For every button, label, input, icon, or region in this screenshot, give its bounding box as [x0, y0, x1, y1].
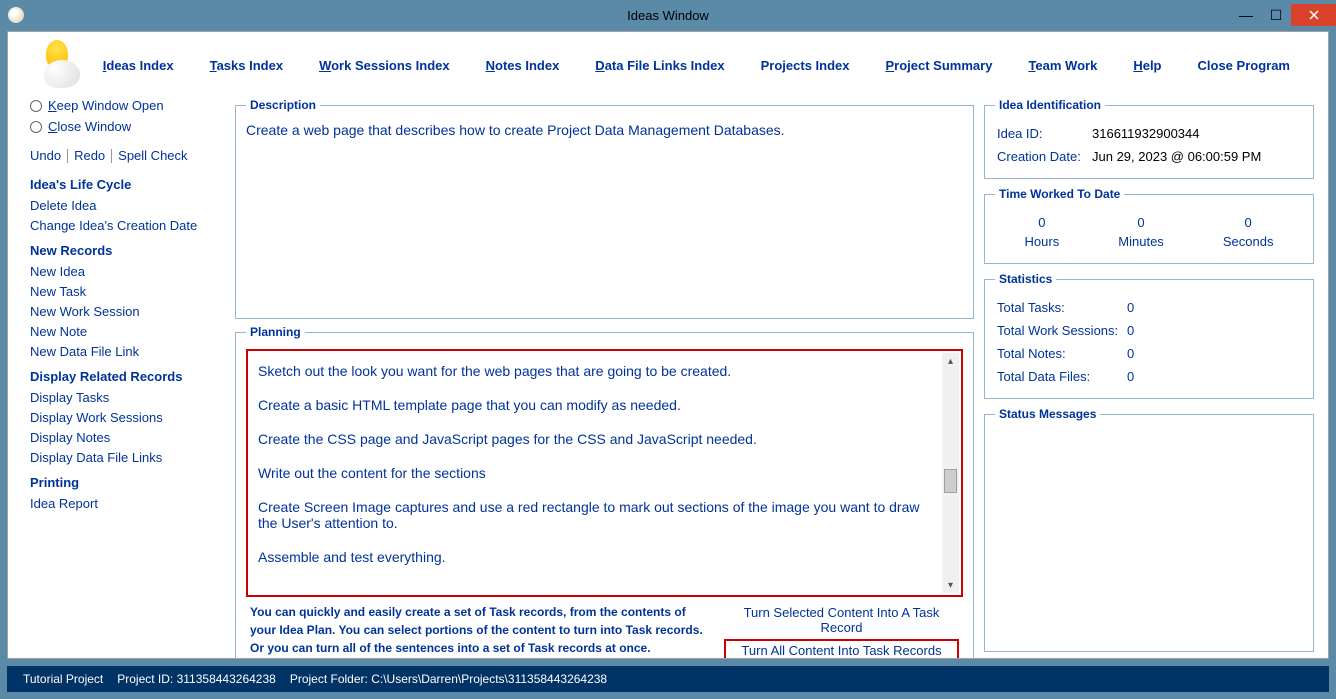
planning-scrollbar[interactable]: ▴ ▾: [942, 353, 959, 593]
planning-line[interactable]: Create Screen Image captures and use a r…: [258, 499, 934, 531]
menu-team-work[interactable]: Team Work: [1010, 54, 1115, 77]
description-text[interactable]: Create a web page that describes how to …: [246, 122, 963, 308]
status-messages-legend: Status Messages: [995, 407, 1100, 421]
creation-date-value: Jun 29, 2023 @ 06:00:59 PM: [1092, 149, 1261, 164]
maximize-button[interactable]: ☐: [1261, 4, 1291, 26]
statistics-legend: Statistics: [995, 272, 1056, 286]
total-notes-value: 0: [1127, 346, 1134, 361]
change-creation-date-link[interactable]: Change Idea's Creation Date: [30, 218, 225, 233]
total-tasks-label: Total Tasks:: [997, 300, 1127, 315]
menu-project-summary[interactable]: Project Summary: [868, 54, 1011, 77]
menu-tasks-index[interactable]: Tasks Index: [192, 54, 301, 77]
status-bar: Tutorial Project Project ID: 31135844326…: [7, 666, 1329, 692]
new-data-file-link-link[interactable]: New Data File Link: [30, 344, 225, 359]
life-cycle-heading: Idea's Life Cycle: [30, 177, 225, 192]
description-legend: Description: [246, 98, 320, 112]
menu-bar: Ideas Index Tasks Index Work Sessions In…: [85, 54, 1308, 77]
total-work-sessions-label: Total Work Sessions:: [997, 323, 1127, 338]
total-notes-label: Total Notes:: [997, 346, 1127, 361]
close-button[interactable]: [1291, 4, 1336, 26]
total-tasks-value: 0: [1127, 300, 1134, 315]
turn-selected-content-link[interactable]: Turn Selected Content Into A Task Record: [724, 603, 959, 637]
menu-close-program[interactable]: Close Program: [1180, 54, 1308, 77]
printing-heading: Printing: [30, 475, 225, 490]
display-related-heading: Display Related Records: [30, 369, 225, 384]
app-icon: [8, 7, 24, 23]
seconds-value: 0: [1223, 215, 1274, 230]
idea-report-link[interactable]: Idea Report: [30, 496, 225, 511]
status-project-name: Tutorial Project: [23, 672, 103, 686]
planning-legend: Planning: [246, 325, 305, 339]
title-bar: Ideas Window — ☐: [0, 0, 1336, 30]
app-logo-icon: [36, 40, 50, 90]
status-messages-fieldset: Status Messages: [984, 407, 1314, 652]
hours-value: 0: [1025, 215, 1060, 230]
new-records-heading: New Records: [30, 243, 225, 258]
undo-link[interactable]: Undo: [30, 148, 61, 163]
display-data-file-links-link[interactable]: Display Data File Links: [30, 450, 225, 465]
turn-all-content-link[interactable]: Turn All Content Into Task Records: [724, 639, 959, 658]
new-task-link[interactable]: New Task: [30, 284, 225, 299]
total-data-files-label: Total Data Files:: [997, 369, 1127, 384]
planning-fieldset: Planning Sketch out the look you want fo…: [235, 325, 974, 658]
status-project-folder: Project Folder: C:\Users\Darren\Projects…: [290, 672, 607, 686]
minutes-label: Minutes: [1118, 234, 1164, 249]
scroll-thumb[interactable]: [944, 469, 957, 493]
status-project-id: Project ID: 311358443264238: [117, 672, 276, 686]
window-title: Ideas Window: [627, 8, 709, 23]
menu-work-sessions-index[interactable]: Work Sessions Index: [301, 54, 468, 77]
redo-link[interactable]: Redo: [74, 148, 105, 163]
planning-line[interactable]: Sketch out the look you want for the web…: [258, 363, 934, 379]
time-worked-fieldset: Time Worked To Date 0 Hours 0 Minutes 0 Sec…: [984, 187, 1314, 264]
total-data-files-value: 0: [1127, 369, 1134, 384]
new-note-link[interactable]: New Note: [30, 324, 225, 339]
total-work-sessions-value: 0: [1127, 323, 1134, 338]
new-work-session-link[interactable]: New Work Session: [30, 304, 225, 319]
planning-line[interactable]: Create the CSS page and JavaScript pages…: [258, 431, 934, 447]
menu-data-file-links-index[interactable]: Data File Links Index: [577, 54, 742, 77]
time-worked-legend: Time Worked To Date: [995, 187, 1124, 201]
scroll-up-icon[interactable]: ▴: [942, 353, 959, 369]
spell-check-link[interactable]: Spell Check: [118, 148, 187, 163]
planning-line[interactable]: Write out the content for the sections: [258, 465, 934, 481]
close-window-radio[interactable]: Close Window: [30, 119, 225, 134]
minimize-button[interactable]: —: [1231, 4, 1261, 26]
hours-label: Hours: [1025, 234, 1060, 249]
task-help-text: You can quickly and easily create a set …: [250, 603, 704, 657]
idea-identification-fieldset: Idea Identification Idea ID:316611932900…: [984, 98, 1314, 179]
planning-text[interactable]: Sketch out the look you want for the web…: [250, 353, 942, 593]
new-idea-link[interactable]: New Idea: [30, 264, 225, 279]
menu-projects-index[interactable]: Projects Index: [743, 54, 868, 77]
scroll-down-icon[interactable]: ▾: [942, 577, 959, 593]
display-tasks-link[interactable]: Display Tasks: [30, 390, 225, 405]
delete-idea-link[interactable]: Delete Idea: [30, 198, 225, 213]
seconds-label: Seconds: [1223, 234, 1274, 249]
planning-line[interactable]: Assemble and test everything.: [258, 549, 934, 565]
display-work-sessions-link[interactable]: Display Work Sessions: [30, 410, 225, 425]
keep-window-open-radio[interactable]: Keep Window Open: [30, 98, 225, 113]
idea-id-value: 316611932900344: [1092, 126, 1200, 141]
display-notes-link[interactable]: Display Notes: [30, 430, 225, 445]
menu-ideas-index[interactable]: Ideas Index: [85, 54, 192, 77]
creation-date-label: Creation Date:: [997, 149, 1092, 164]
idea-identification-legend: Idea Identification: [995, 98, 1105, 112]
idea-id-label: Idea ID:: [997, 126, 1092, 141]
planning-line[interactable]: Create a basic HTML template page that y…: [258, 397, 934, 413]
menu-help[interactable]: Help: [1115, 54, 1179, 77]
description-fieldset: Description Create a web page that descr…: [235, 98, 974, 319]
statistics-fieldset: Statistics Total Tasks:0 Total Work Sess…: [984, 272, 1314, 399]
menu-notes-index[interactable]: Notes Index: [468, 54, 578, 77]
minutes-value: 0: [1118, 215, 1164, 230]
window-controls: — ☐: [1231, 4, 1336, 26]
